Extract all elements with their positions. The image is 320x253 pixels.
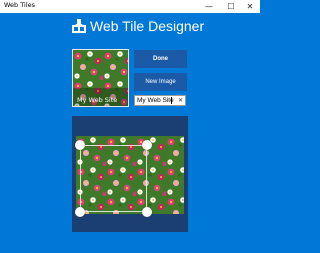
image-crop-editor[interactable] bbox=[72, 116, 188, 232]
app-body: Web Tile Designer My Web Site Done New I… bbox=[0, 13, 260, 253]
close-button[interactable]: ✕ bbox=[240, 0, 260, 13]
minimize-button[interactable]: — bbox=[199, 0, 219, 13]
maximize-button[interactable]: ☐ bbox=[221, 0, 241, 13]
app-title: Web Tile Designer bbox=[90, 18, 205, 34]
crop-handle-bottom-right[interactable] bbox=[142, 207, 152, 217]
new-image-button[interactable]: New Image bbox=[134, 73, 187, 91]
done-button[interactable]: Done bbox=[134, 50, 187, 68]
clear-icon[interactable]: ✕ bbox=[178, 96, 183, 105]
text-caret bbox=[171, 97, 172, 104]
window-title: Web Tiles bbox=[4, 1, 36, 9]
crop-handle-bottom-left[interactable] bbox=[75, 207, 85, 217]
tile-preview: My Web Site bbox=[72, 49, 129, 107]
crop-handle-top-left[interactable] bbox=[75, 140, 85, 150]
tile-caption: My Web Site bbox=[77, 96, 118, 104]
tile-name-field[interactable]: ✕ bbox=[134, 95, 186, 106]
crop-handle-top-right[interactable] bbox=[142, 140, 152, 150]
tile-designer-icon bbox=[71, 18, 87, 34]
title-bar: Web Tiles — ☐ ✕ bbox=[0, 0, 260, 13]
crop-selection-frame[interactable] bbox=[80, 145, 147, 212]
